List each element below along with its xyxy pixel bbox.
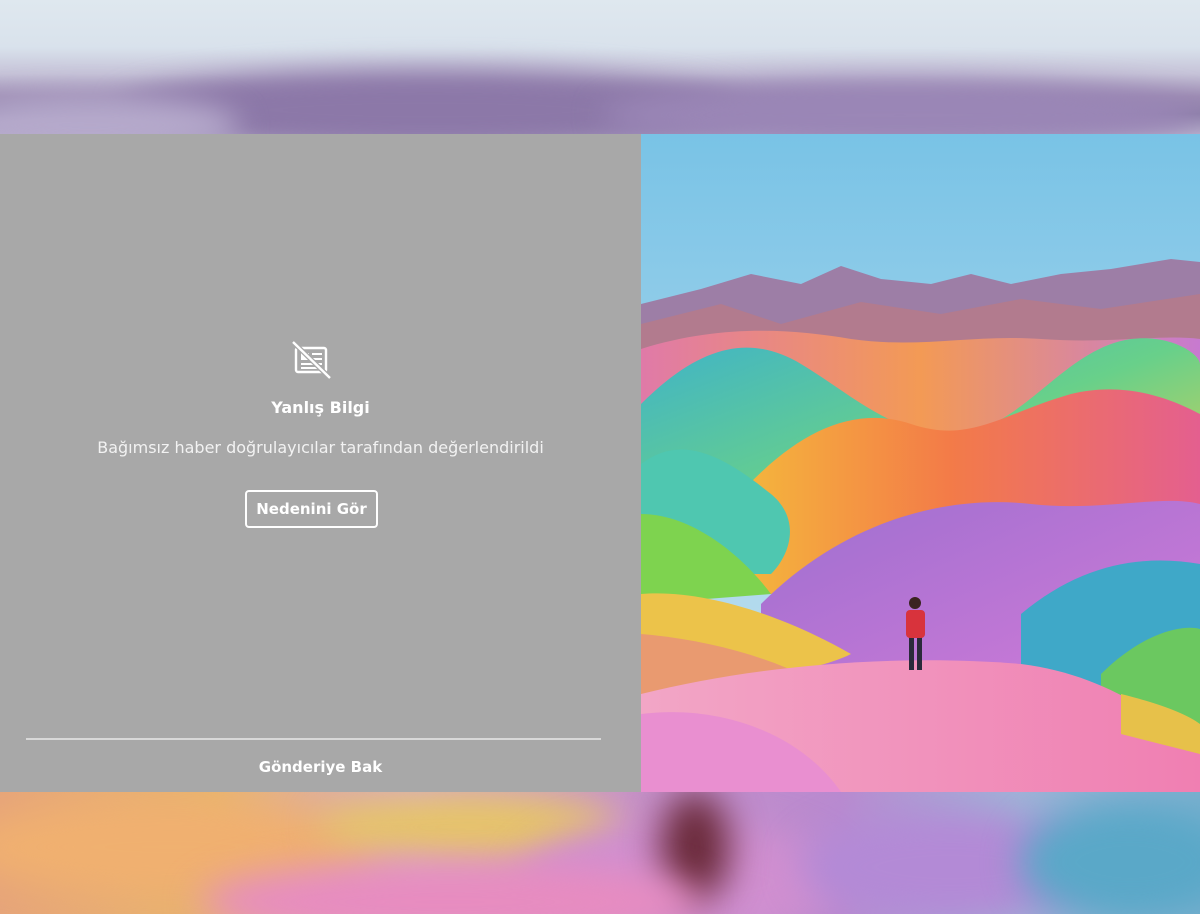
- warning-title: Yanlış Bilgi: [271, 398, 370, 417]
- warning-subtitle: Bağımsız haber doğrulayıcılar tarafından…: [97, 438, 544, 457]
- divider: [26, 738, 601, 740]
- blurred-background-top: [0, 0, 1200, 134]
- news-hidden-icon: [290, 340, 334, 380]
- misinformation-warning-panel: Yanlış Bilgi Bağımsız haber doğrulayıcıl…: [0, 134, 641, 792]
- rainbow-mountains-photo: [641, 134, 1200, 792]
- blurred-background-bottom: [0, 792, 1200, 914]
- view-post-button[interactable]: Gönderiye Bak: [0, 758, 641, 776]
- see-why-button[interactable]: Nedenini Gör: [245, 490, 378, 528]
